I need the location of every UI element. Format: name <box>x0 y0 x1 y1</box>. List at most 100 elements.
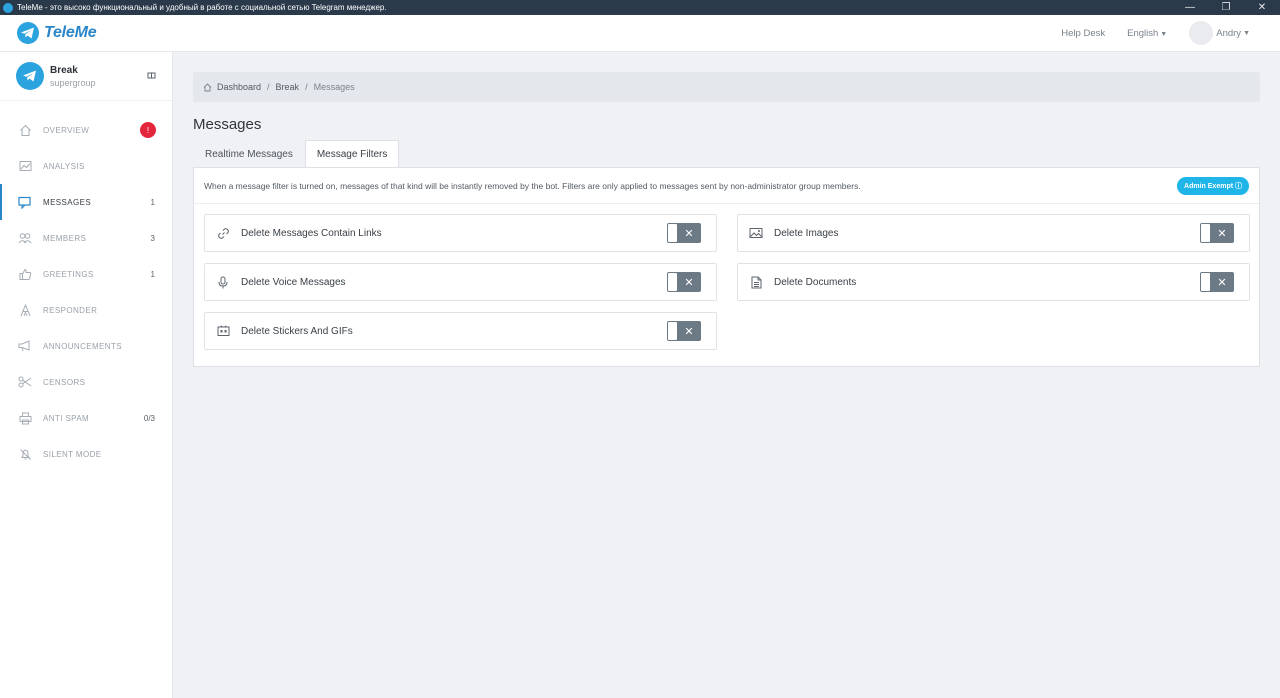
user-name: Andry <box>1216 27 1242 39</box>
sticker-icon <box>216 324 230 338</box>
caret-down-icon: ▼ <box>1243 29 1250 37</box>
filter-label: Delete Stickers And GIFs <box>241 325 353 337</box>
sidebar-nav: OVERVIEW ! ANALYSIS MESSAGES 1 MEMBERS 3 <box>0 112 172 472</box>
link-icon <box>216 226 230 240</box>
filter-delete-links: Delete Messages Contain Links ✕ <box>204 214 717 252</box>
item-count: 0/3 <box>143 413 155 423</box>
toggle-off-icon: ✕ <box>1217 276 1227 289</box>
top-header: TeleMe Help Desk English ▼ Andry ▼ <box>0 15 1280 52</box>
sidebar-item-overview[interactable]: OVERVIEW ! <box>0 112 172 148</box>
alert-badge: ! <box>140 122 156 138</box>
filter-toggle-links[interactable]: ✕ <box>667 223 701 243</box>
sidebar-item-responder[interactable]: RESPONDER <box>0 292 172 328</box>
group-type: supergroup <box>50 77 96 88</box>
sidebar: Break supergroup OVERVIEW ! ANALYSIS MES… <box>0 52 173 698</box>
group-avatar-telegram-icon <box>16 62 44 90</box>
toggle-off-icon: ✕ <box>684 227 694 240</box>
chat-icon <box>18 195 32 209</box>
filter-delete-images: Delete Images ✕ <box>737 214 1250 252</box>
sidebar-item-analysis[interactable]: ANALYSIS <box>0 148 172 184</box>
sidebar-item-label: ANALYSIS <box>43 161 85 171</box>
group-name: Break <box>50 64 78 76</box>
sidebar-item-label: RESPONDER <box>43 305 98 315</box>
window-title: TeleMe - это высоко функциональный и удо… <box>17 3 387 12</box>
panel-header: When a message filter is turned on, mess… <box>194 168 1259 204</box>
language-label: English <box>1127 27 1159 39</box>
sidebar-item-silent-mode[interactable]: SILENT MODE <box>0 436 172 472</box>
users-icon <box>18 231 32 245</box>
restore-button[interactable]: ❐ <box>1208 0 1244 15</box>
sidebar-item-label: ANNOUNCEMENTS <box>43 341 122 351</box>
sidebar-item-members[interactable]: MEMBERS 3 <box>0 220 172 256</box>
filter-toggle-stickers[interactable]: ✕ <box>667 321 701 341</box>
responder-icon <box>18 303 32 317</box>
sidebar-item-announcements[interactable]: ANNOUNCEMENTS <box>0 328 172 364</box>
toggle-off-icon: ✕ <box>684 276 694 289</box>
language-dropdown[interactable]: English ▼ <box>1127 28 1167 39</box>
home-icon <box>18 123 32 137</box>
logo[interactable]: TeleMe <box>17 22 97 44</box>
window-titlebar: TeleMe - это высоко функциональный и удо… <box>0 0 1280 15</box>
sidebar-item-label: OVERVIEW <box>43 125 90 135</box>
mute-icon <box>18 447 32 461</box>
filter-label: Delete Messages Contain Links <box>241 227 382 239</box>
image-icon <box>749 226 763 240</box>
toggle-knob <box>1201 273 1210 291</box>
toggle-knob <box>668 273 677 291</box>
breadcrumb: Dashboard / Break / Messages <box>193 72 1260 102</box>
filter-label: Delete Documents <box>774 276 857 288</box>
item-count: 1 <box>150 269 155 279</box>
microphone-icon <box>216 275 230 289</box>
tab-message-filters[interactable]: Message Filters <box>304 140 400 167</box>
app-icon <box>3 2 13 13</box>
filter-label: Delete Voice Messages <box>241 276 346 288</box>
sidebar-item-censors[interactable]: CENSORS <box>0 364 172 400</box>
breadcrumb-dashboard[interactable]: Dashboard <box>217 82 261 92</box>
admin-exempt-button[interactable]: Admin Exempt ⓘ <box>1177 176 1249 195</box>
toggle-knob <box>668 322 677 340</box>
group-header: Break supergroup <box>0 52 172 101</box>
item-count: 1 <box>150 197 155 207</box>
document-icon <box>749 275 763 289</box>
sidebar-item-label: MESSAGES <box>43 197 92 207</box>
sidebar-item-label: SILENT MODE <box>43 449 102 459</box>
tab-realtime-messages[interactable]: Realtime Messages <box>193 140 305 167</box>
filters-grid: Delete Messages Contain Links ✕ Delete I… <box>194 204 1259 350</box>
avatar <box>1189 21 1214 45</box>
breadcrumb-current: Messages <box>313 82 355 92</box>
chart-icon <box>18 159 32 173</box>
filters-description: When a message filter is turned on, mess… <box>204 180 861 191</box>
filter-delete-stickers: Delete Stickers And GIFs ✕ <box>204 312 717 350</box>
telegram-logo-icon <box>17 22 39 44</box>
sidebar-item-greetings[interactable]: GREETINGS 1 <box>0 256 172 292</box>
megaphone-icon <box>18 339 32 353</box>
user-menu[interactable]: Andry ▼ <box>1189 21 1250 45</box>
filter-toggle-voice[interactable]: ✕ <box>667 272 701 292</box>
printer-icon <box>18 411 32 425</box>
thumbs-up-icon <box>18 267 32 281</box>
filter-delete-documents: Delete Documents ✕ <box>737 263 1250 301</box>
page-title: Messages <box>193 116 262 133</box>
sidebar-item-label: GREETINGS <box>43 269 94 279</box>
sidebar-item-anti-spam[interactable]: ANTI SPAM 0/3 <box>0 400 172 436</box>
filter-toggle-images[interactable]: ✕ <box>1200 223 1234 243</box>
logo-text: TeleMe <box>44 24 97 41</box>
sidebar-item-messages[interactable]: MESSAGES 1 <box>0 184 172 220</box>
tab-bar: Realtime Messages Message Filters <box>193 140 1260 167</box>
toggle-off-icon: ✕ <box>684 325 694 338</box>
help-desk-link[interactable]: Help Desk <box>1061 28 1105 39</box>
item-count: 3 <box>150 233 155 243</box>
filter-delete-voice: Delete Voice Messages ✕ <box>204 263 717 301</box>
sidebar-item-label: ANTI SPAM <box>43 413 90 423</box>
message-filters-panel: When a message filter is turned on, mess… <box>193 167 1260 367</box>
scissors-icon <box>18 375 32 389</box>
sidebar-item-label: MEMBERS <box>43 233 87 243</box>
breadcrumb-group[interactable]: Break <box>276 82 300 92</box>
toggle-off-icon: ✕ <box>1217 227 1227 240</box>
switch-group-icon[interactable] <box>147 71 156 82</box>
minimize-button[interactable]: — <box>1172 0 1208 15</box>
close-button[interactable]: ✕ <box>1244 0 1280 15</box>
filter-toggle-documents[interactable]: ✕ <box>1200 272 1234 292</box>
sidebar-item-label: CENSORS <box>43 377 86 387</box>
home-icon <box>203 82 212 92</box>
